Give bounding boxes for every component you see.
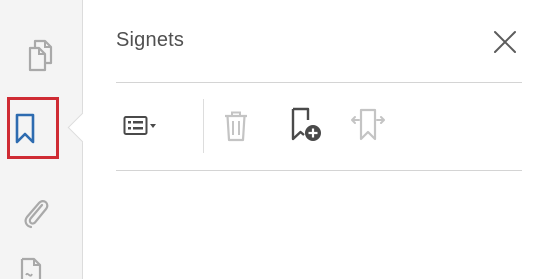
close-panel-button[interactable]	[488, 27, 522, 61]
navigation-rail	[0, 0, 83, 279]
paperclip-icon	[20, 196, 50, 230]
new-bookmark-button[interactable]	[286, 104, 326, 150]
nav-button-bookmarks[interactable]	[0, 97, 66, 161]
bookmark-options-menu-button[interactable]	[119, 109, 163, 147]
new-bookmark-icon	[289, 107, 323, 148]
delete-bookmark-button[interactable]	[218, 106, 254, 150]
options-menu-icon	[123, 115, 159, 142]
signature-doc-icon	[17, 253, 45, 279]
nav-button-attachments[interactable]	[0, 188, 76, 238]
toolbar-divider	[116, 170, 522, 171]
nav-button-pages[interactable]	[0, 30, 82, 80]
bookmarks-panel: Signets	[83, 0, 550, 279]
bookmark-icon	[14, 113, 36, 145]
expand-bookmark-button[interactable]	[347, 104, 389, 150]
trash-icon	[223, 110, 249, 147]
panel-header-divider	[116, 82, 522, 83]
panel-title: Signets	[116, 29, 185, 51]
close-icon	[492, 29, 518, 60]
expand-bookmark-icon	[350, 107, 386, 148]
pages-icon	[26, 38, 56, 72]
app-root: Signets	[0, 0, 550, 279]
nav-button-signatures[interactable]	[0, 248, 72, 279]
toolbar-separator	[203, 99, 204, 153]
